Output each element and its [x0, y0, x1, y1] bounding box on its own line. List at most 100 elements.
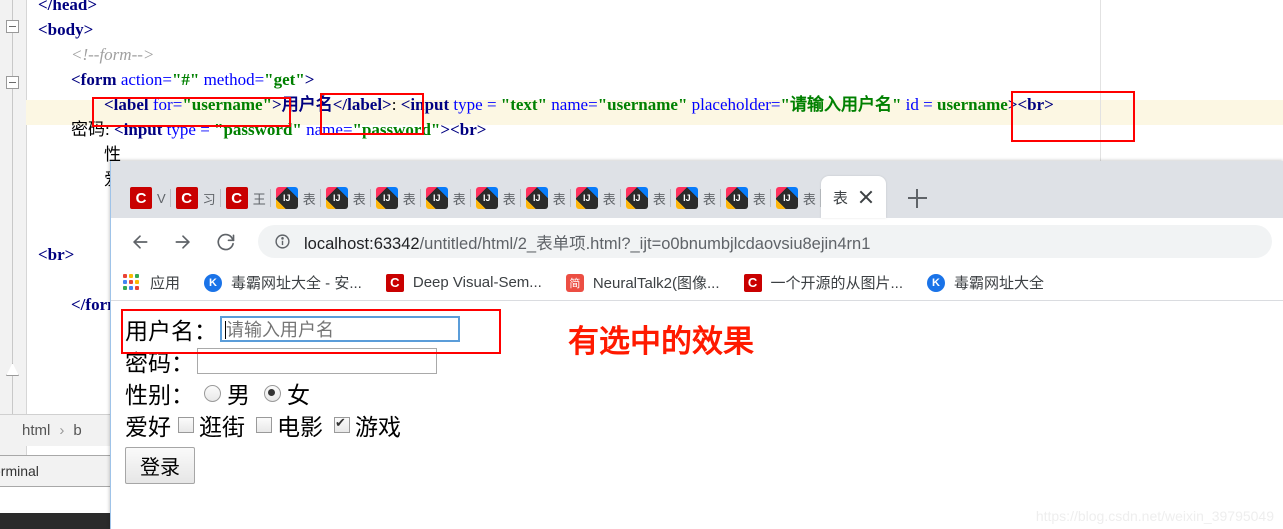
- tab-title: 习: [202, 191, 216, 207]
- csdn-icon: C: [130, 187, 152, 209]
- close-icon[interactable]: [857, 188, 875, 206]
- tab-title: 表: [402, 191, 416, 207]
- breadcrumb-separator-icon: ›: [59, 422, 65, 439]
- idea-icon: [525, 187, 548, 209]
- browser-tab[interactable]: 表: [421, 178, 471, 218]
- bookmarks-bar: 应用 K 毒霸网址大全 - 安... C Deep Visual-Sem... 简 Neur…: [111, 265, 1283, 301]
- editor-gutter: [0, 0, 27, 455]
- fold-toggle-body[interactable]: [6, 20, 19, 33]
- code-line: </head>: [38, 0, 98, 14]
- new-tab-button[interactable]: [902, 183, 932, 213]
- browser-tab[interactable]: C王: [221, 178, 271, 218]
- hobby-checkbox-game[interactable]: [334, 414, 350, 433]
- gender-label-male: 男: [227, 382, 250, 408]
- login-button[interactable]: 登录: [125, 447, 195, 484]
- tab-title: 表: [352, 191, 366, 207]
- code-line: <form action="#" method="get">: [71, 70, 315, 89]
- tab-title: 表: [702, 191, 716, 207]
- hobby-label: 爱好: [125, 414, 171, 440]
- tab-title: 王: [252, 191, 266, 207]
- screenshot-root: </head> <body> <!--form--> <form action="#"…: [0, 0, 1283, 529]
- code-line: </form: [71, 295, 122, 314]
- browser-tab[interactable]: 表: [571, 178, 621, 218]
- kingsoft-icon: K: [204, 273, 223, 292]
- bookmark-item[interactable]: C 一个开源的从图片...: [743, 272, 903, 293]
- bookmark-label: 毒霸网址大全 - 安...: [231, 275, 362, 292]
- browser-tab[interactable]: 表: [721, 178, 771, 218]
- tab-title: 表: [652, 191, 666, 207]
- annotation-box-label-for: [92, 97, 291, 127]
- reload-icon[interactable]: [209, 225, 243, 259]
- bookmark-item[interactable]: 应用: [123, 272, 180, 293]
- bookmark-list: 应用 K 毒霸网址大全 - 安... C Deep Visual-Sem... 简 Neur…: [123, 272, 1068, 293]
- csdn-icon: C: [743, 273, 762, 292]
- gender-radio-male[interactable]: [204, 384, 221, 402]
- browser-tab[interactable]: C习: [171, 178, 221, 218]
- annotation-box-label-close: [320, 93, 424, 135]
- tab-title: 表: [602, 191, 616, 207]
- csdn-icon: C: [225, 187, 248, 209]
- browser-window: CVC习C王表表表表表表表表表表表 表 localhost:63342/: [110, 161, 1283, 529]
- browser-tab[interactable]: 表: [471, 178, 521, 218]
- jianshu-icon: 简: [565, 273, 584, 292]
- form-row-gender: 性别： 男 女: [125, 377, 460, 409]
- bookmark-label: Deep Visual-Sem...: [412, 274, 542, 291]
- bookmark-item[interactable]: K 毒霸网址大全: [927, 272, 1044, 293]
- code-line: <body>: [38, 20, 94, 39]
- gender-radio-female[interactable]: [264, 384, 281, 402]
- idea-icon: [725, 187, 748, 209]
- toolwindow-terminal-label: Terminal: [0, 463, 39, 479]
- browser-toolbar: localhost:63342/untitled/html/2_表单项.html…: [111, 218, 1283, 265]
- browser-tab[interactable]: 表: [671, 178, 721, 218]
- address-bar[interactable]: localhost:63342/untitled/html/2_表单项.html…: [258, 225, 1272, 258]
- idea-icon: [575, 187, 598, 209]
- idea-icon: [275, 187, 298, 209]
- browser-tab[interactable]: 表: [271, 178, 321, 218]
- fold-guide-line: [12, 0, 13, 420]
- annotation-box-input-id: [1011, 91, 1135, 142]
- forward-icon[interactable]: [166, 225, 200, 259]
- bookmark-item[interactable]: 简 NeuralTalk2(图像...: [565, 272, 720, 293]
- browser-tab[interactable]: 表: [621, 178, 671, 218]
- csdn-icon: C: [175, 187, 198, 209]
- gender-label: 性别：: [125, 382, 194, 408]
- url-path: /untitled/html/2_表单项.html?_ijt=o0bnumbjl…: [419, 234, 871, 253]
- browser-tab[interactable]: 表: [321, 178, 371, 218]
- fold-collapse-arrow[interactable]: [6, 363, 19, 376]
- bookmark-item[interactable]: K 毒霸网址大全 - 安...: [204, 272, 362, 293]
- kingsoft-icon: K: [927, 273, 946, 292]
- code-line: <br>: [38, 245, 75, 264]
- bookmark-item[interactable]: C Deep Visual-Sem...: [385, 273, 542, 292]
- tab-list: CVC习C王表表表表表表表表表表表: [125, 178, 821, 218]
- code-line: <!--form-->: [71, 45, 155, 64]
- hobby-label-shopping: 逛街: [199, 414, 245, 440]
- browser-tab[interactable]: 表: [771, 178, 821, 218]
- browser-tab[interactable]: 表: [371, 178, 421, 218]
- active-tab[interactable]: 表: [820, 176, 886, 218]
- hobby-checkbox-movie[interactable]: [256, 417, 272, 433]
- apps-grid-icon: [123, 273, 141, 292]
- csdn-icon: C: [385, 273, 404, 292]
- annotation-text: 有选中的效果: [568, 324, 754, 359]
- breadcrumb-root[interactable]: html: [22, 422, 50, 439]
- back-icon[interactable]: [123, 225, 157, 259]
- idea-icon: [425, 187, 448, 209]
- idea-icon: [775, 187, 798, 209]
- tab-title: 表: [752, 191, 766, 207]
- idea-icon: [475, 187, 498, 209]
- form-row-hobby: 爱好 逛街 电影 游戏: [125, 409, 460, 441]
- browser-tab[interactable]: CV: [125, 178, 171, 218]
- idea-icon: [325, 187, 348, 209]
- breadcrumb-child[interactable]: b: [73, 422, 81, 439]
- bookmark-label: 应用: [150, 275, 181, 292]
- hobby-checkbox-shopping[interactable]: [178, 417, 194, 433]
- active-tab-title: 表: [832, 189, 848, 207]
- url-text: localhost:63342/untitled/html/2_表单项.html…: [304, 230, 870, 254]
- browser-tab[interactable]: 表: [521, 178, 571, 218]
- idea-icon: [675, 187, 698, 209]
- tab-title: V: [157, 190, 166, 206]
- tab-title: 表: [302, 191, 316, 207]
- site-info-icon[interactable]: [274, 233, 291, 250]
- fold-toggle-form[interactable]: [6, 76, 19, 89]
- code-line: 性: [104, 145, 121, 164]
